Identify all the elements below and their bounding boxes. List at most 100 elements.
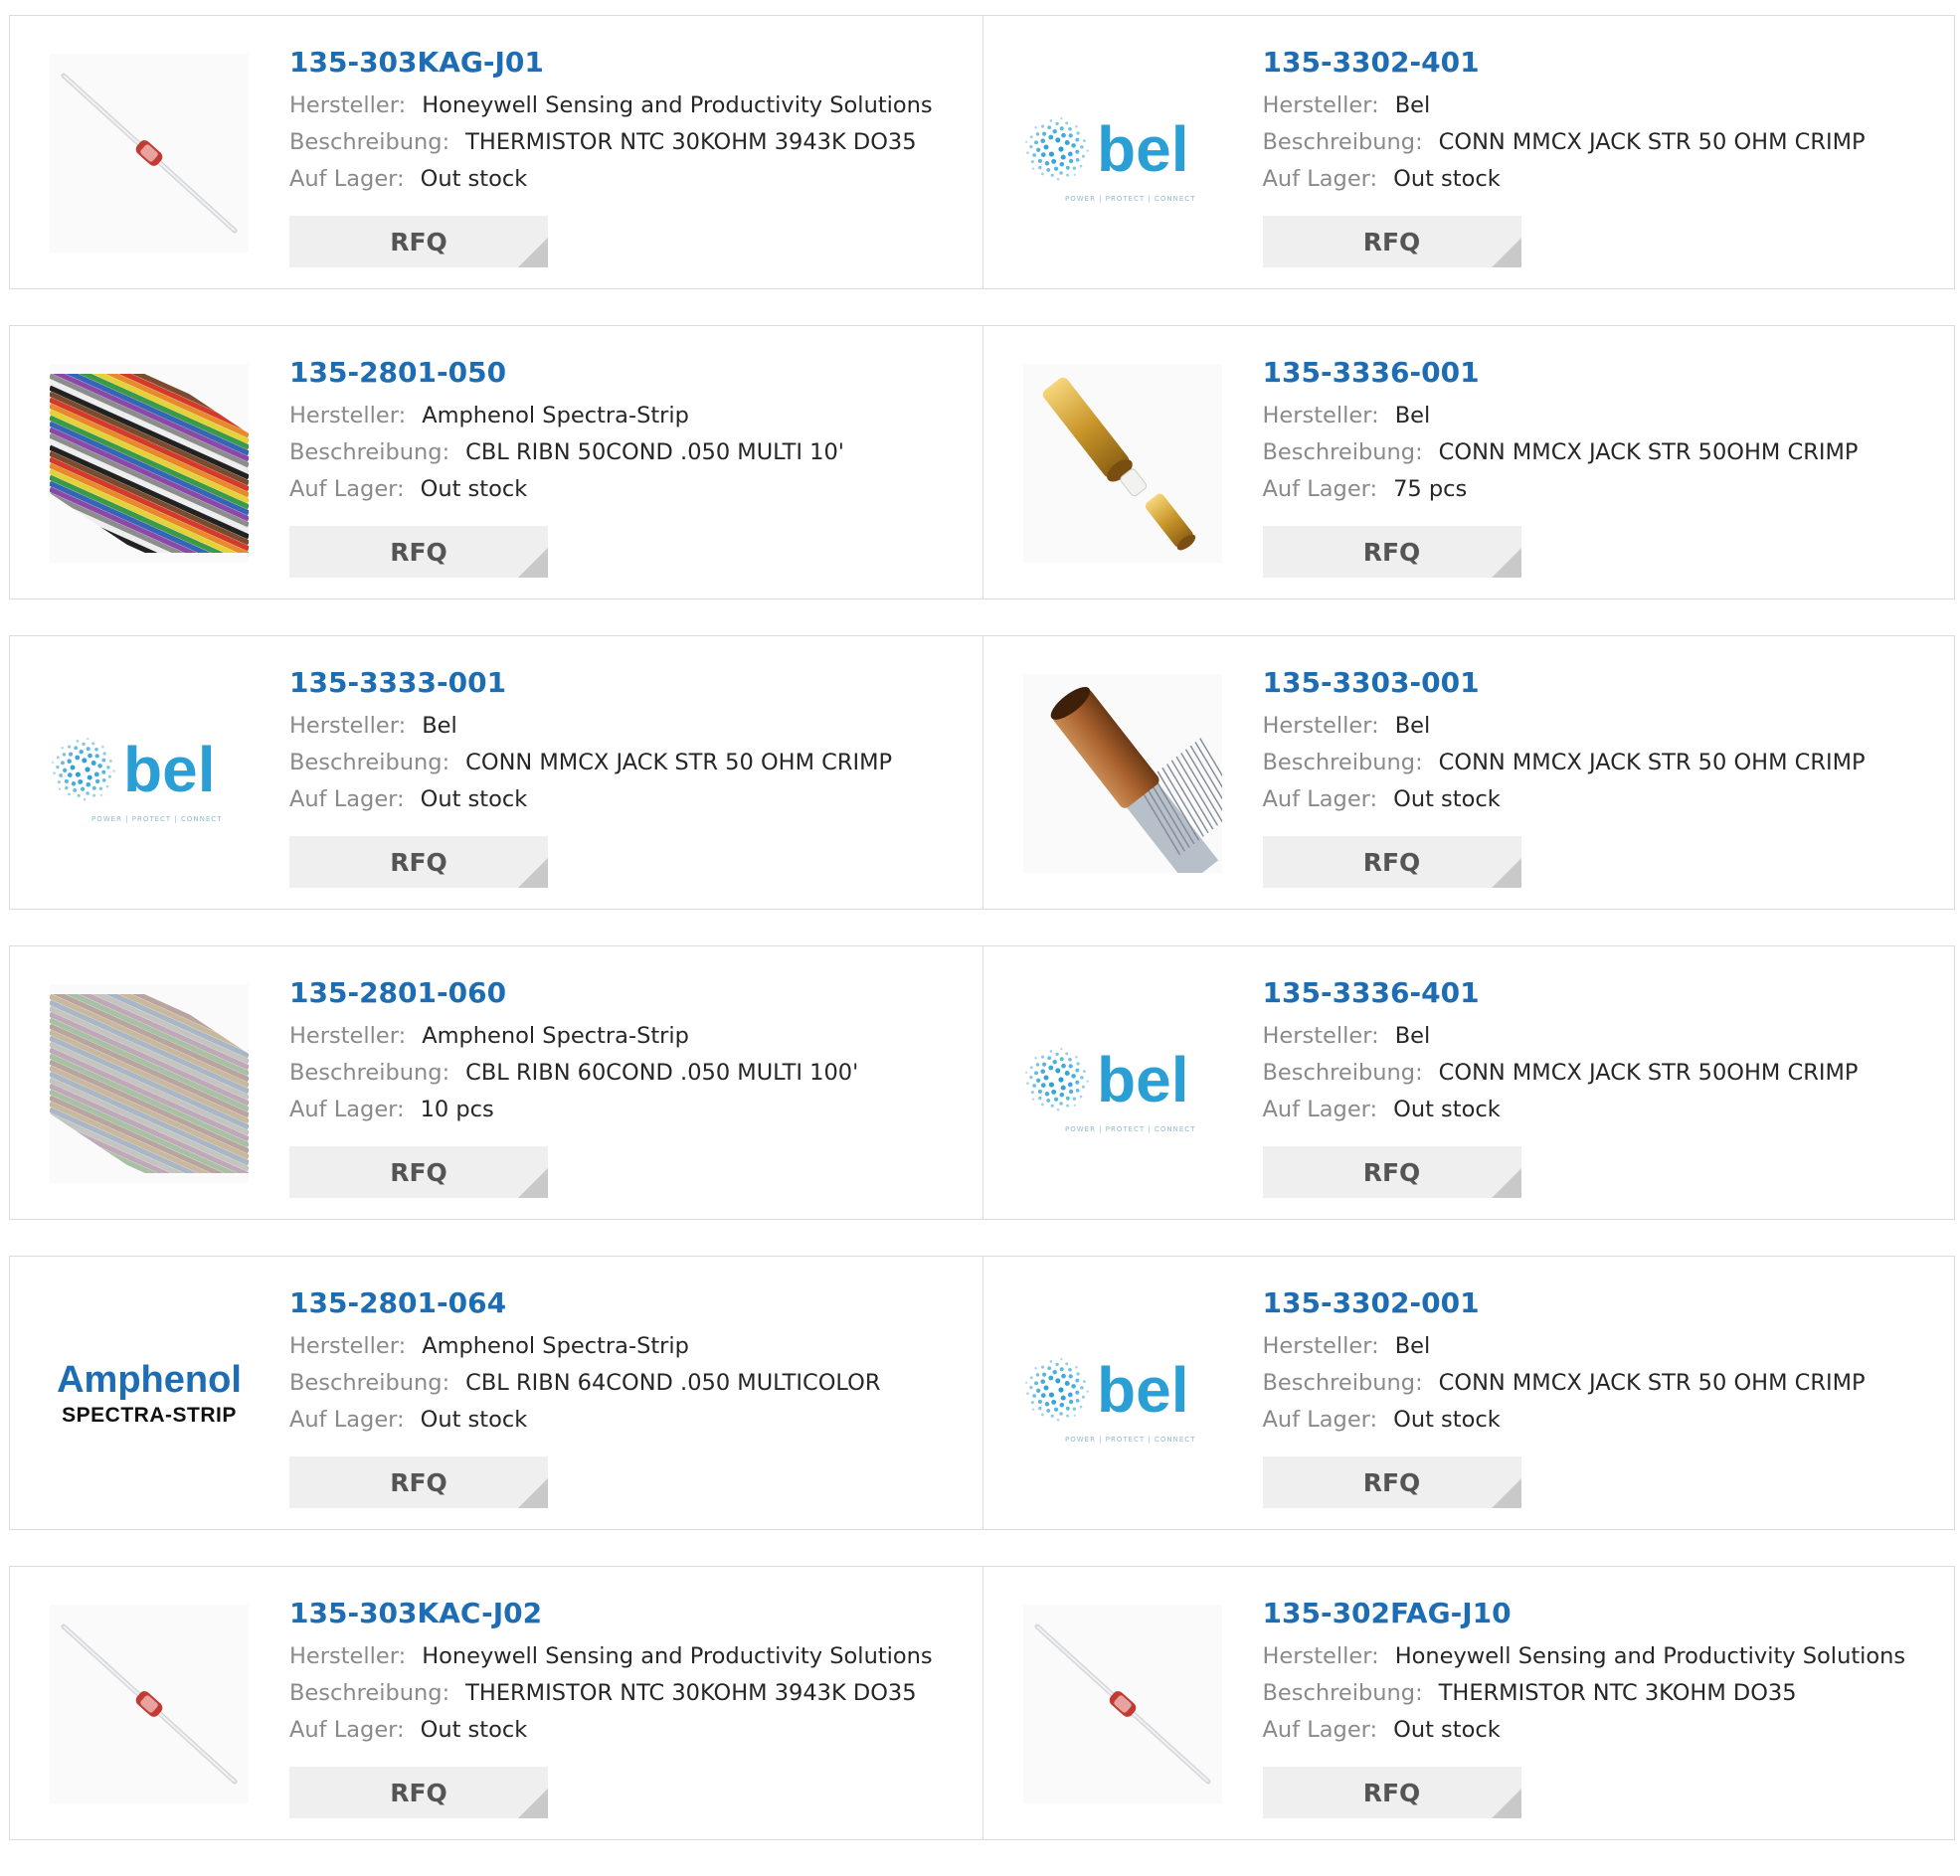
rfq-label: RFQ — [1362, 1157, 1421, 1187]
corner-triangle-icon — [518, 1789, 548, 1818]
description-value: CONN MMCX JACK STR 50 OHM CRIMP — [1438, 129, 1866, 155]
thermistor-image[interactable] — [50, 1605, 249, 1803]
part-number-link[interactable]: 135-3302-001 — [1263, 1286, 1935, 1320]
product-info: 135-302FAG-J10 Hersteller: Honeywell Sens… — [1263, 1597, 1935, 1749]
stock-value: Out stock — [1393, 166, 1501, 192]
manufacturer-value: Bel — [1394, 713, 1431, 739]
product-row: 135-303KAC-J02 Hersteller: Honeywell Sens… — [9, 1566, 1955, 1840]
manufacturer-row: Hersteller: Bel — [1263, 87, 1935, 124]
svg-text:bel: bel — [123, 734, 215, 805]
rfq-button[interactable]: RFQ — [1262, 836, 1521, 888]
manufacturer-row: Hersteller: Bel — [289, 708, 963, 745]
ribbon-cable-pale-image[interactable] — [50, 984, 249, 1183]
manufacturer-value: Amphenol Spectra-Strip — [422, 403, 689, 428]
description-row: Beschreibung: CBL RIBN 60COND .050 MULTI … — [289, 1055, 963, 1092]
description-label: Beschreibung: — [289, 750, 450, 775]
rfq-button[interactable]: RFQ — [289, 1456, 548, 1508]
manufacturer-label: Hersteller: — [1262, 1643, 1379, 1669]
rfq-button[interactable]: RFQ — [289, 836, 548, 888]
stock-row: Auf Lager: Out stock — [1263, 1712, 1935, 1749]
description-value: CONN MMCX JACK STR 50 OHM CRIMP — [465, 750, 893, 775]
stock-label: Auf Lager: — [1262, 786, 1378, 812]
bel-logo[interactable]: bel POWER | PROTECT | CONNECT — [1022, 54, 1222, 253]
rfq-button[interactable]: RFQ — [1262, 216, 1521, 267]
svg-text:SPECTRA-STRIP: SPECTRA-STRIP — [62, 1404, 237, 1427]
stock-value: Out stock — [420, 786, 528, 812]
stock-row: Auf Lager: Out stock — [1263, 1092, 1935, 1128]
part-number-link[interactable]: 135-2801-064 — [289, 1286, 963, 1320]
rfq-label: RFQ — [1362, 847, 1421, 877]
part-number-link[interactable]: 135-3336-001 — [1263, 356, 1935, 390]
description-label: Beschreibung: — [1262, 1370, 1423, 1396]
part-number-link[interactable]: 135-303KAC-J02 — [289, 1597, 963, 1630]
rfq-button[interactable]: RFQ — [289, 1146, 548, 1198]
description-value: CBL RIBN 50COND .050 MULTI 10' — [465, 439, 844, 465]
stock-row: Auf Lager: Out stock — [289, 161, 963, 198]
manufacturer-row: Hersteller: Amphenol Spectra-Strip — [289, 1328, 963, 1365]
description-value: CONN MMCX JACK STR 50OHM CRIMP — [1438, 439, 1859, 465]
stock-label: Auf Lager: — [289, 166, 405, 192]
part-number-link[interactable]: 135-3336-401 — [1263, 976, 1935, 1010]
manufacturer-row: Hersteller: Bel — [1263, 708, 1935, 745]
stock-row: Auf Lager: 10 pcs — [289, 1092, 963, 1128]
product-row: 135-2801-060 Hersteller: Amphenol Spectra… — [9, 945, 1955, 1220]
description-row: Beschreibung: CONN MMCX JACK STR 50OHM CR… — [1263, 1055, 1935, 1092]
part-number-link[interactable]: 135-302FAG-J10 — [1263, 1597, 1935, 1630]
rfq-button[interactable]: RFQ — [1262, 1767, 1521, 1818]
crimped-connector-image[interactable] — [1022, 674, 1222, 873]
part-number-link[interactable]: 135-3303-001 — [1263, 666, 1935, 700]
ribbon-cable-image[interactable] — [50, 364, 249, 563]
part-number-link[interactable]: 135-2801-060 — [289, 976, 963, 1010]
manufacturer-row: Hersteller: Bel — [1263, 398, 1935, 434]
description-value: THERMISTOR NTC 30KOHM 3943K DO35 — [465, 129, 917, 155]
rfq-label: RFQ — [390, 1467, 447, 1497]
product-grid: 135-303KAG-J01 Hersteller: Honeywell Sens… — [9, 15, 1955, 1876]
description-label: Beschreibung: — [289, 1370, 450, 1396]
rfq-button[interactable]: RFQ — [289, 1767, 548, 1818]
manufacturer-row: Hersteller: Bel — [1263, 1328, 1935, 1365]
rfq-button[interactable]: RFQ — [289, 216, 548, 267]
svg-text:POWER | PROTECT | CONNECT: POWER | PROTECT | CONNECT — [1065, 1436, 1195, 1444]
part-number-link[interactable]: 135-3302-401 — [1263, 46, 1935, 80]
manufacturer-value: Amphenol Spectra-Strip — [422, 1333, 689, 1359]
stock-label: Auf Lager: — [1262, 1097, 1378, 1122]
stock-label: Auf Lager: — [1262, 166, 1378, 192]
manufacturer-value: Bel — [1394, 92, 1431, 118]
bel-logo[interactable]: bel POWER | PROTECT | CONNECT — [50, 674, 249, 873]
rfq-button[interactable]: RFQ — [1262, 526, 1521, 578]
corner-triangle-icon — [1491, 858, 1521, 888]
svg-text:bel: bel — [1097, 1044, 1188, 1115]
manufacturer-value: Honeywell Sensing and Productivity Solut… — [422, 92, 933, 118]
stock-label: Auf Lager: — [289, 1407, 405, 1433]
manufacturer-row: Hersteller: Bel — [1263, 1018, 1935, 1055]
rfq-button[interactable]: RFQ — [1262, 1456, 1521, 1508]
manufacturer-row: Hersteller: Honeywell Sensing and Product… — [1263, 1638, 1935, 1675]
gold-connector-image[interactable] — [1022, 364, 1222, 563]
thermistor-image[interactable] — [50, 54, 249, 253]
bel-logo[interactable]: bel POWER | PROTECT | CONNECT — [1022, 984, 1222, 1183]
rfq-button[interactable]: RFQ — [1262, 1146, 1521, 1198]
product-info: 135-3302-401 Hersteller: Bel Beschreibung… — [1263, 46, 1935, 198]
description-label: Beschreibung: — [1262, 750, 1423, 775]
product-row: bel POWER | PROTECT | CONNECT 135-3333-0… — [9, 635, 1955, 910]
thermistor-image[interactable] — [1022, 1605, 1222, 1803]
bel-logo[interactable]: bel POWER | PROTECT | CONNECT — [1022, 1294, 1222, 1493]
amphenol-logo[interactable]: Amphenol SPECTRA-STRIP — [50, 1294, 249, 1493]
stock-row: Auf Lager: Out stock — [289, 1712, 963, 1749]
stock-row: Auf Lager: Out stock — [289, 471, 963, 508]
stock-label: Auf Lager: — [289, 1097, 405, 1122]
product-card: bel POWER | PROTECT | CONNECT 135-3302-4… — [981, 16, 1955, 288]
product-card: bel POWER | PROTECT | CONNECT 135-3333-0… — [10, 636, 982, 909]
description-label: Beschreibung: — [1262, 439, 1423, 465]
rfq-label: RFQ — [1362, 1467, 1421, 1497]
part-number-link[interactable]: 135-2801-050 — [289, 356, 963, 390]
manufacturer-label: Hersteller: — [1262, 1023, 1379, 1049]
part-number-link[interactable]: 135-3333-001 — [289, 666, 963, 700]
product-row: Amphenol SPECTRA-STRIP 135-2801-064 Hers… — [9, 1256, 1955, 1530]
stock-value: Out stock — [1393, 1097, 1501, 1122]
rfq-button[interactable]: RFQ — [289, 526, 548, 578]
product-card: 135-302FAG-J10 Hersteller: Honeywell Sens… — [981, 1567, 1955, 1839]
product-card: 135-303KAC-J02 Hersteller: Honeywell Sens… — [10, 1567, 982, 1839]
part-number-link[interactable]: 135-303KAG-J01 — [289, 46, 963, 80]
description-row: Beschreibung: THERMISTOR NTC 30KOHM 3943K… — [289, 124, 963, 161]
